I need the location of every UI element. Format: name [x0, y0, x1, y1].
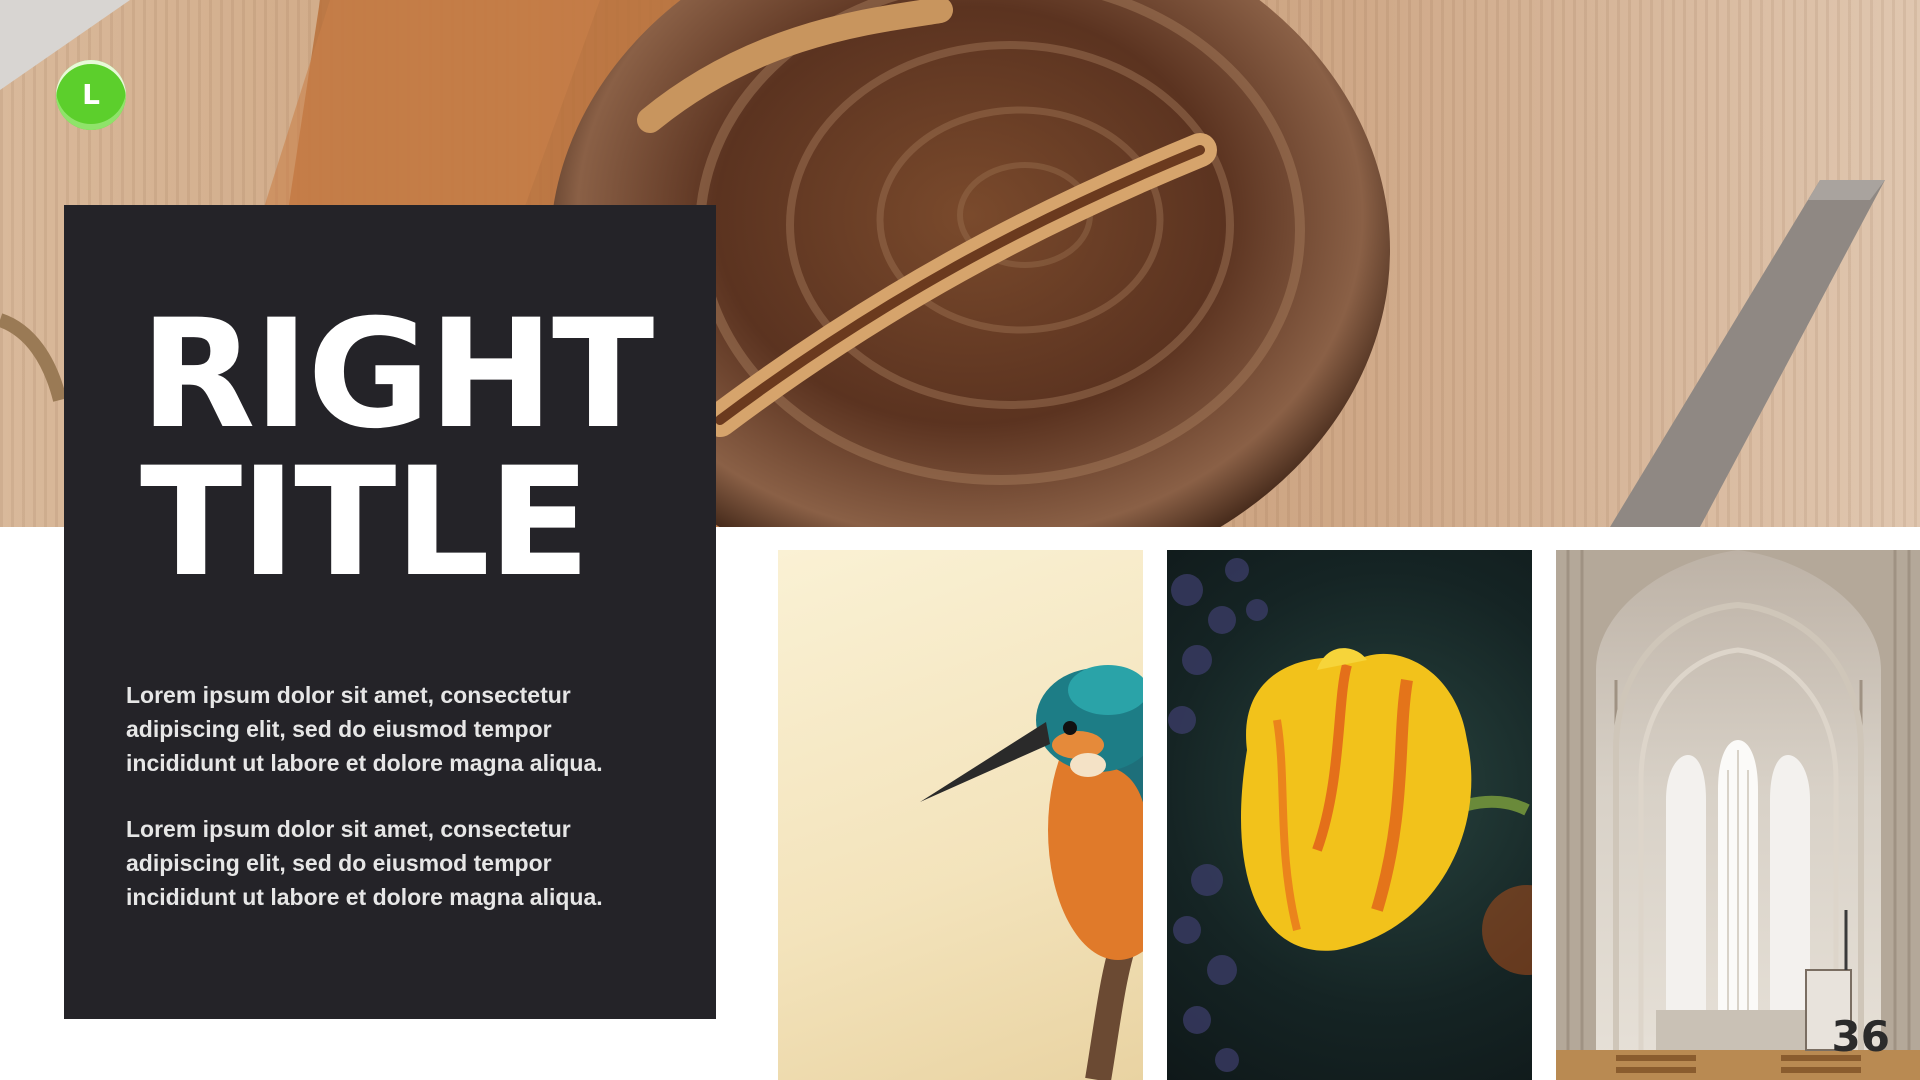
logo-letter: L [82, 78, 100, 111]
slide: L RIGHT TITLE Lorem ipsum dolor sit amet… [0, 0, 1920, 1080]
church-interior-photo [1556, 550, 1920, 1080]
title-panel: RIGHT TITLE Lorem ipsum dolor sit amet, … [64, 205, 716, 1019]
title-line-2: TITLE [140, 436, 591, 610]
kingfisher-photo [778, 550, 1143, 1080]
slide-title: RIGHT TITLE [140, 288, 654, 610]
slide-number: 36 [1831, 1012, 1890, 1061]
tulip-photo [1167, 550, 1532, 1080]
body-paragraph-1: Lorem ipsum dolor sit amet, consectetur … [126, 682, 603, 776]
brand-logo: L [56, 60, 126, 130]
body-paragraph-2: Lorem ipsum dolor sit amet, consectetur … [126, 816, 603, 910]
title-line-1: RIGHT [140, 288, 654, 462]
